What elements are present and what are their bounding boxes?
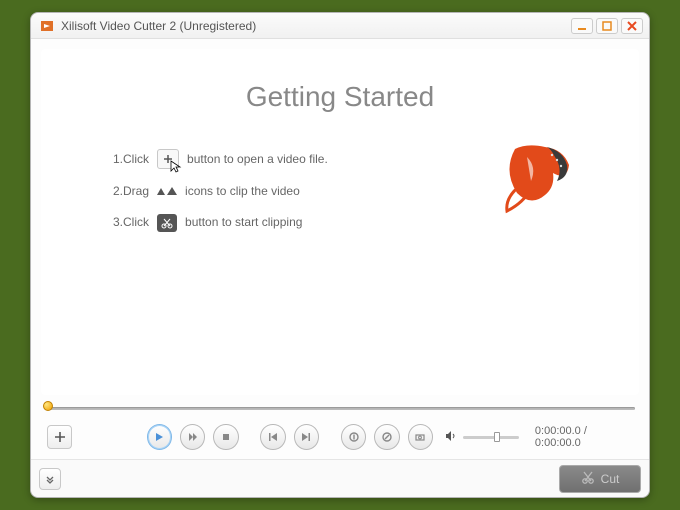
cursor-icon [170, 160, 182, 179]
next-frame-button[interactable] [294, 424, 319, 450]
titlebar: Xilisoft Video Cutter 2 (Unregistered) [31, 13, 649, 39]
footer-bar: Cut [31, 459, 649, 497]
mark-in-button[interactable] [341, 424, 366, 450]
instruction-steps: 1.Click button to open a video file. 2.D… [113, 149, 328, 246]
cut-button[interactable]: Cut [559, 465, 641, 493]
mark-out-button[interactable] [374, 424, 399, 450]
step-1: 1.Click button to open a video file. [113, 149, 328, 169]
getting-started-heading: Getting Started [41, 81, 639, 113]
scissors-icon [581, 470, 595, 487]
playhead[interactable] [43, 401, 53, 411]
add-file-button[interactable] [47, 425, 72, 449]
cut-button-label: Cut [601, 472, 620, 486]
content-area: Getting Started 1.Click button to open a… [31, 39, 649, 459]
play-button[interactable] [147, 424, 172, 450]
step-3-prefix: 3.Click [113, 214, 149, 231]
maximize-button[interactable] [596, 18, 618, 34]
step-3-suffix: button to start clipping [185, 214, 302, 231]
window-controls [571, 18, 643, 34]
time-display: 0:00:00.0 / 0:00:00.0 [535, 425, 633, 449]
step-1-suffix: button to open a video file. [187, 151, 328, 168]
volume-control [445, 430, 519, 445]
preview-canvas: Getting Started 1.Click button to open a… [41, 49, 639, 395]
playback-controls: 0:00:00.0 / 0:00:00.0 [41, 415, 639, 459]
close-button[interactable] [621, 18, 643, 34]
expand-panel-button[interactable] [39, 468, 61, 490]
minimize-button[interactable] [571, 18, 593, 34]
next-clip-button[interactable] [180, 424, 205, 450]
volume-slider[interactable] [463, 436, 519, 439]
app-window: Xilisoft Video Cutter 2 (Unregistered) G… [30, 12, 650, 498]
app-icon [39, 18, 55, 34]
timeline-track [45, 407, 635, 410]
step-2-prefix: 2.Drag [113, 183, 149, 200]
stop-button[interactable] [213, 424, 238, 450]
cut-example-icon [157, 214, 177, 232]
product-logo [497, 137, 583, 218]
window-title: Xilisoft Video Cutter 2 (Unregistered) [61, 19, 571, 33]
volume-thumb[interactable] [494, 432, 500, 442]
prev-frame-button[interactable] [260, 424, 285, 450]
step-2-suffix: icons to clip the video [185, 183, 300, 200]
step-3: 3.Click button to start clipping [113, 214, 328, 232]
step-2: 2.Drag icons to clip the video [113, 183, 328, 200]
open-file-example-icon [157, 149, 179, 169]
clip-markers-icon [157, 187, 177, 195]
snapshot-button[interactable] [408, 424, 433, 450]
step-1-prefix: 1.Click [113, 151, 149, 168]
timeline[interactable] [43, 401, 637, 415]
volume-icon[interactable] [445, 430, 457, 445]
